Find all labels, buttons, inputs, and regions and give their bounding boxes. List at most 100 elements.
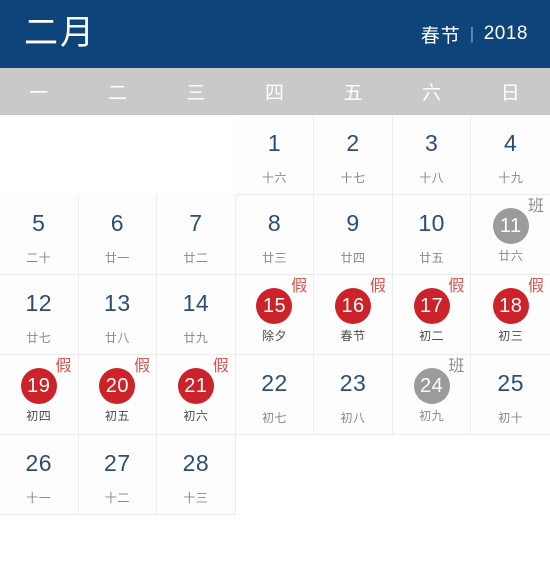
- weekday-label-0: 一: [29, 83, 50, 104]
- day-cell[interactable]: 26 十一: [0, 435, 79, 515]
- day-cell[interactable]: 9 廿四: [314, 195, 393, 275]
- day-number: 28: [182, 449, 210, 476]
- day-number: 5: [32, 209, 46, 236]
- day-number: 27: [104, 449, 131, 476]
- day-number: 20: [99, 367, 136, 404]
- lunar-date-label: 廿二: [183, 251, 209, 265]
- day-cell[interactable]: 6 廿一: [78, 195, 158, 275]
- day-number: 19: [20, 367, 57, 404]
- holiday-badge: 假: [212, 358, 229, 375]
- lunar-date-label: 初八: [340, 411, 366, 425]
- holiday-badge: 假: [448, 278, 465, 295]
- lunar-date-label: 初三: [498, 328, 524, 343]
- lunar-date-label: 十一: [26, 491, 52, 505]
- day-cell-empty: [78, 115, 158, 195]
- day-cell[interactable]: 假 17 初二: [392, 275, 472, 355]
- lunar-date-label: 廿八: [104, 331, 130, 345]
- holiday-badge: 假: [527, 278, 544, 295]
- weekday-label-2: 三: [186, 83, 207, 104]
- day-number: 7: [189, 209, 203, 236]
- lunar-date-label: 廿三: [261, 251, 287, 265]
- day-cell-empty: [235, 435, 315, 515]
- day-cell-empty: [0, 115, 79, 195]
- day-number: 3: [424, 129, 439, 156]
- day-number: 26: [25, 449, 53, 476]
- grid-bottom-spacer: [0, 515, 550, 583]
- lunar-date-label: 初六: [183, 408, 209, 423]
- lunar-date-label: 十七: [340, 171, 366, 185]
- day-cell[interactable]: 假 16 春节: [314, 275, 393, 355]
- lunar-date-label: 十三: [183, 491, 209, 505]
- day-number: 21: [177, 367, 214, 404]
- lunar-date-label: 初四: [26, 408, 52, 423]
- day-cell[interactable]: 10 廿五: [392, 195, 472, 275]
- day-cell-empty: [392, 435, 472, 515]
- day-number: 17: [413, 287, 450, 324]
- day-number: 23: [339, 369, 367, 396]
- lunar-date-label: 廿四: [340, 251, 366, 265]
- day-cell[interactable]: 14 廿九: [157, 275, 236, 355]
- day-cell[interactable]: 假 20 初五: [78, 355, 158, 435]
- day-cell[interactable]: 假 19 初四: [0, 355, 79, 435]
- day-cell[interactable]: 12 廿七: [0, 275, 79, 355]
- lunar-date-label: 二十: [26, 251, 52, 265]
- day-cell[interactable]: 3 十八: [392, 115, 472, 195]
- day-cell[interactable]: 8 廿三: [235, 195, 315, 275]
- calendar-day-grid: 1 十六 2 十七 3 十八 4 十九 5 二十 6 廿一 7 廿二 8 廿三 9 廿四 10 廿五班 11 廿六 12 廿七…: [0, 115, 550, 515]
- holiday-badge: 假: [291, 278, 308, 295]
- day-cell[interactable]: 假 18 初三: [471, 275, 550, 355]
- day-cell[interactable]: 27 十二: [78, 435, 158, 515]
- day-number: 14: [182, 289, 210, 316]
- day-cell[interactable]: 班 11 廿六: [471, 195, 550, 275]
- weekday-label-5: 六: [422, 83, 443, 104]
- day-number: 1: [267, 129, 282, 156]
- workday-badge: 班: [448, 358, 465, 375]
- day-cell[interactable]: 22 初七: [235, 355, 315, 435]
- lunar-date-label: 初九: [419, 408, 445, 423]
- day-cell[interactable]: 7 廿二: [157, 195, 236, 275]
- day-cell[interactable]: 假 21 初六: [157, 355, 236, 435]
- lunar-date-label: 除夕: [261, 328, 287, 343]
- day-cell[interactable]: 28 十三: [157, 435, 236, 515]
- day-cell[interactable]: 5 二十: [0, 195, 79, 275]
- lunar-date-label: 廿七: [26, 331, 52, 345]
- day-cell[interactable]: 1 十六: [235, 115, 315, 195]
- lunar-date-label: 十二: [104, 491, 130, 505]
- holiday-badge: 假: [134, 358, 151, 375]
- day-number: 2: [346, 129, 360, 156]
- weekday-label-1: 二: [107, 83, 128, 104]
- weekday-label-3: 四: [264, 83, 285, 104]
- day-number: 9: [346, 209, 360, 236]
- day-number: 24: [413, 367, 450, 404]
- holiday-badge: 假: [55, 358, 72, 375]
- day-cell[interactable]: 13 廿八: [78, 275, 158, 355]
- day-cell-empty: [157, 115, 236, 195]
- weekday-label-4: 五: [343, 83, 364, 104]
- day-cell[interactable]: 班 24 初九: [392, 355, 472, 435]
- day-cell[interactable]: 4 十九: [471, 115, 550, 195]
- workday-badge: 班: [527, 198, 544, 215]
- day-number: 4: [504, 129, 518, 156]
- day-cell[interactable]: 23 初八: [314, 355, 393, 435]
- year-label: 2018: [483, 23, 528, 44]
- day-number: 12: [25, 289, 53, 316]
- day-cell[interactable]: 2 十七: [314, 115, 393, 195]
- day-number: 15: [256, 287, 293, 324]
- day-cell[interactable]: 假 15 除夕: [235, 275, 315, 355]
- day-cell[interactable]: 25 初十: [471, 355, 550, 435]
- day-number: 18: [492, 287, 529, 324]
- day-number: 6: [110, 209, 124, 236]
- lunar-date-label: 廿一: [104, 251, 130, 265]
- lunar-date-label: 初七: [261, 411, 287, 425]
- day-number: 16: [335, 287, 372, 324]
- festival-label: 春节: [420, 25, 461, 47]
- lunar-date-label: 十八: [419, 171, 445, 185]
- lunar-date-label: 初二: [419, 328, 445, 343]
- header-meta: 春节 | 2018: [421, 21, 528, 48]
- weekday-label-6: 日: [500, 83, 521, 104]
- day-number: 22: [261, 369, 288, 396]
- lunar-date-label: 十九: [498, 171, 524, 185]
- day-number: 10: [418, 209, 445, 236]
- lunar-date-label: 十六: [261, 171, 287, 185]
- page-title: 二月: [24, 14, 96, 52]
